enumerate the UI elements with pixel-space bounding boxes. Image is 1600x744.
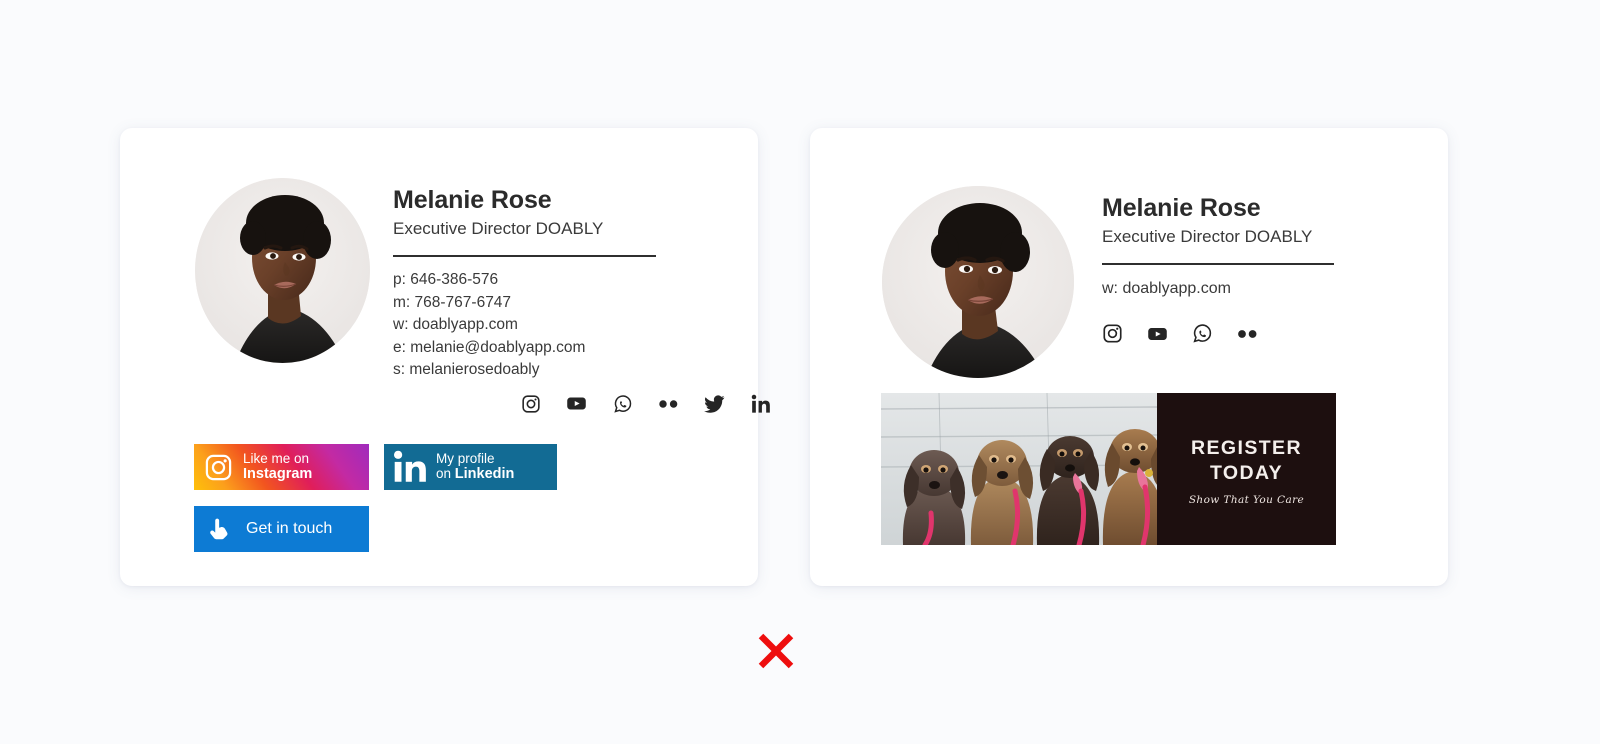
linkedin-icon [384, 450, 436, 484]
signature-role: Executive Director DOABLY [393, 218, 604, 238]
get-in-touch-label: Get in touch [246, 520, 333, 537]
promo-title-line1: REGISTER [1191, 437, 1302, 460]
tap-hand-icon [194, 516, 246, 542]
instagram-cta-label: Like me on Instagram [243, 451, 312, 482]
avatar [195, 178, 370, 363]
promo-banner-panel: REGISTER TODAY Show That You Care [1157, 393, 1336, 545]
whatsapp-icon[interactable] [1192, 323, 1213, 344]
signature-card-bad-example: Melanie Rose Executive Director DOABLY p… [120, 128, 794, 669]
contact-email: e: melanie@doablyapp.com [393, 338, 586, 356]
linkedin-cta-line2: on Linkedin [436, 466, 514, 482]
get-in-touch-button[interactable]: Get in touch [194, 506, 369, 552]
instagram-icon[interactable] [520, 393, 541, 414]
instagram-icon[interactable] [1102, 323, 1123, 344]
signature-divider [1102, 263, 1334, 266]
signature-role: Executive Director DOABLY [1102, 226, 1313, 246]
page-canvas: Melanie Rose Executive Director DOABLY p… [0, 0, 1600, 744]
signature-divider [393, 255, 656, 258]
contact-skype: s: melanierosedoably [393, 361, 540, 379]
contact-mobile: m: 768-767-6747 [393, 293, 512, 311]
contact-website: w: doablyapp.com [393, 316, 518, 334]
signature-header: Melanie Rose Executive Director DOABLY w… [882, 186, 1334, 378]
social-icon-row [520, 393, 771, 414]
linkedin-cta-line1: My profile [436, 451, 495, 467]
signature-header: Melanie Rose Executive Director DOABLY p… [195, 178, 656, 382]
promo-title-line2: TODAY [1209, 462, 1284, 484]
instagram-cta-line1: Like me on [243, 451, 310, 467]
signature-details: Melanie Rose Executive Director DOABLY w… [1102, 186, 1334, 344]
linkedin-cta-button[interactable]: My profile on Linkedin [384, 444, 557, 490]
promo-banner[interactable]: REGISTER TODAY Show That You Care [881, 393, 1336, 545]
linkedin-cta-line2-bold: Linkedin [454, 466, 515, 483]
contact-list: w: doablyapp.com [1102, 277, 1334, 301]
signature-name: Melanie Rose [393, 186, 552, 214]
instagram-cta-line2: Instagram [243, 466, 313, 483]
whatsapp-icon[interactable] [612, 393, 633, 414]
instagram-icon [194, 453, 243, 482]
social-icon-row [1102, 323, 1334, 344]
youtube-icon[interactable] [566, 393, 587, 414]
youtube-icon[interactable] [1147, 323, 1168, 344]
linkedin-icon[interactable] [750, 393, 771, 414]
signature-name: Melanie Rose [1102, 194, 1261, 222]
contact-list: p: 646-386-576 m: 768-767-6747 w: doably… [393, 269, 656, 382]
signature-details: Melanie Rose Executive Director DOABLY p… [393, 178, 656, 382]
contact-website: w: doablyapp.com [1102, 280, 1231, 298]
linkedin-cta-line2-prefix: on [436, 466, 455, 482]
x-mark-icon [754, 628, 798, 674]
linkedin-cta-label: My profile on Linkedin [436, 451, 514, 482]
flickr-icon[interactable] [1237, 323, 1258, 344]
signature-card-good-example: Melanie Rose Executive Director DOABLY w… [810, 128, 1448, 586]
promo-tagline: Show That You Care [1188, 493, 1305, 506]
puppies-photo [881, 393, 1157, 545]
contact-phone: p: 646-386-576 [393, 271, 499, 289]
avatar [882, 186, 1074, 378]
instagram-cta-button[interactable]: Like me on Instagram [194, 444, 369, 490]
twitter-icon[interactable] [704, 393, 725, 414]
flickr-icon[interactable] [658, 393, 679, 414]
